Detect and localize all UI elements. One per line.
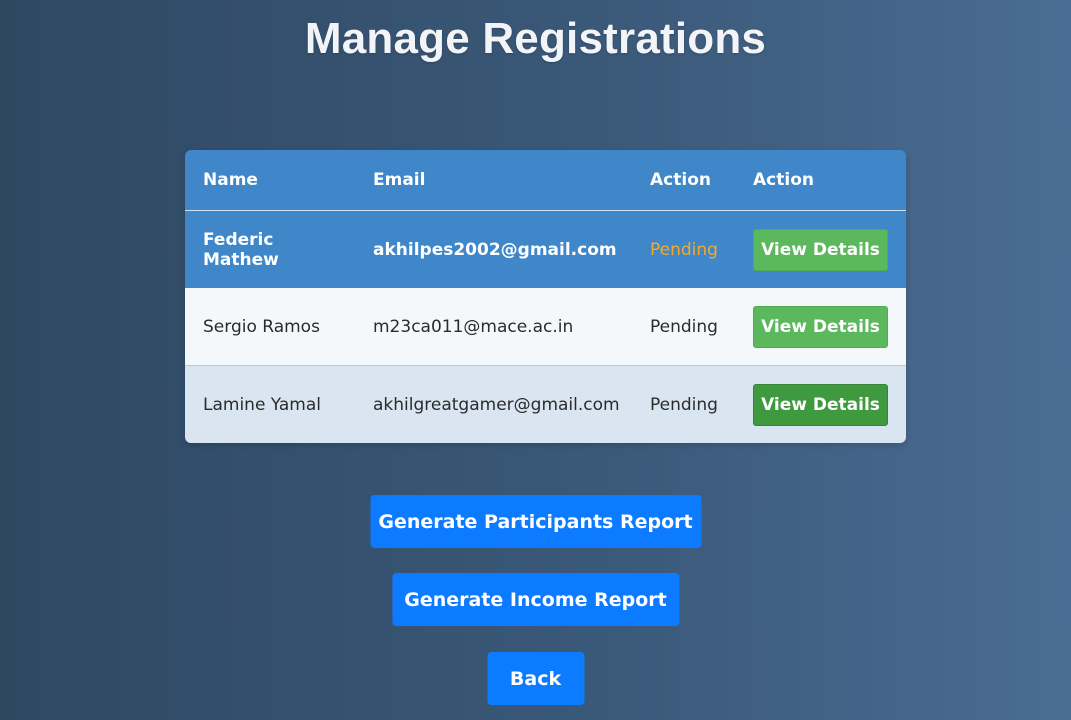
view-details-button[interactable]: View Details bbox=[753, 305, 888, 348]
status-badge: Pending bbox=[632, 210, 735, 288]
registrations-table: Name Email Action Action Federic Mathew … bbox=[185, 150, 906, 443]
page-title: Manage Registrations bbox=[304, 14, 767, 63]
cell-email: m23ca011@mace.ac.in bbox=[355, 288, 632, 366]
cell-name: Lamine Yamal bbox=[185, 365, 355, 443]
view-details-button[interactable]: View Details bbox=[753, 383, 888, 426]
cell-action: View Details bbox=[735, 210, 906, 288]
view-details-button[interactable]: View Details bbox=[753, 228, 888, 271]
cell-email: akhilgreatgamer@gmail.com bbox=[355, 365, 632, 443]
column-header-status: Action bbox=[632, 150, 735, 211]
column-header-action: Action bbox=[735, 150, 906, 211]
status-badge: Pending bbox=[632, 288, 735, 366]
table-row: Lamine Yamal akhilgreatgamer@gmail.com P… bbox=[185, 365, 906, 443]
cell-name: Federic Mathew bbox=[185, 210, 355, 288]
cell-action: View Details bbox=[735, 365, 906, 443]
generate-income-report-button[interactable]: Generate Income Report bbox=[392, 573, 679, 626]
table-header-row: Name Email Action Action bbox=[185, 150, 906, 211]
column-header-name: Name bbox=[185, 150, 355, 211]
back-button[interactable]: Back bbox=[487, 652, 584, 705]
table-row: Sergio Ramos m23ca011@mace.ac.in Pending… bbox=[185, 288, 906, 366]
cell-action: View Details bbox=[735, 288, 906, 366]
column-header-email: Email bbox=[355, 150, 632, 211]
cell-email: akhilpes2002@gmail.com bbox=[355, 210, 632, 288]
table-row: Federic Mathew akhilpes2002@gmail.com Pe… bbox=[185, 210, 906, 288]
status-badge: Pending bbox=[632, 365, 735, 443]
cell-name: Sergio Ramos bbox=[185, 288, 355, 366]
generate-participants-report-button[interactable]: Generate Participants Report bbox=[370, 495, 701, 548]
